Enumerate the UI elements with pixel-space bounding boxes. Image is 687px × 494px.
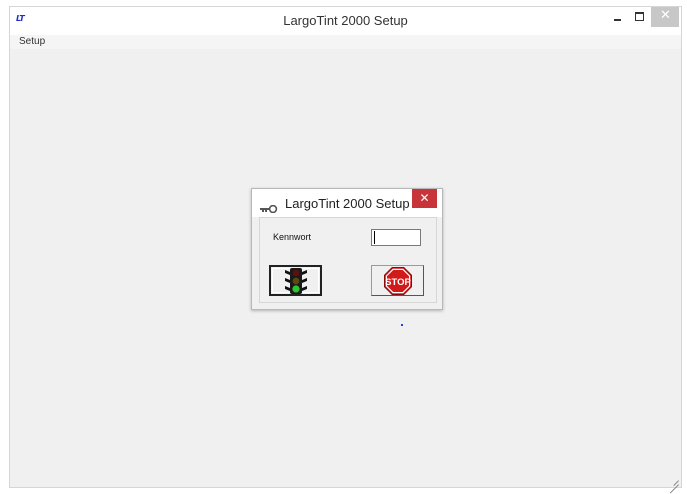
password-dialog: LargoTint 2000 Setup ✕ Kennwort STOP — [251, 188, 443, 310]
close-icon: ✕ — [660, 8, 671, 23]
maximize-icon — [635, 12, 644, 21]
dialog-title: LargoTint 2000 Setup — [285, 196, 410, 211]
ok-button[interactable] — [269, 265, 322, 296]
menu-item-setup[interactable]: Setup — [19, 36, 45, 47]
close-icon: ✕ — [419, 191, 430, 205]
stop-button[interactable]: STOP — [371, 265, 424, 296]
text-caret — [374, 231, 375, 244]
traffic-light-icon — [284, 267, 307, 294]
main-titlebar[interactable]: LT LargoTint 2000 Setup ✕ — [10, 7, 681, 35]
stray-dot — [401, 324, 403, 326]
stop-sign-icon: STOP — [383, 266, 412, 295]
password-label: Kennwort — [273, 232, 312, 242]
minimize-button[interactable] — [606, 7, 630, 27]
window-title: LargoTint 2000 Setup — [283, 13, 408, 28]
dialog-titlebar[interactable]: LargoTint 2000 Setup ✕ — [252, 189, 442, 217]
resize-grip-icon[interactable] — [669, 475, 679, 494]
password-input[interactable] — [371, 229, 421, 246]
key-icon — [260, 198, 278, 217]
minimize-icon — [614, 19, 621, 21]
dialog-body: Kennwort STOP — [259, 217, 437, 303]
dialog-close-button[interactable]: ✕ — [412, 189, 437, 208]
menubar: Setup — [10, 35, 681, 49]
maximize-button[interactable] — [628, 7, 652, 27]
stop-sign-text: STOP — [385, 277, 411, 288]
close-button[interactable]: ✕ — [651, 7, 679, 27]
